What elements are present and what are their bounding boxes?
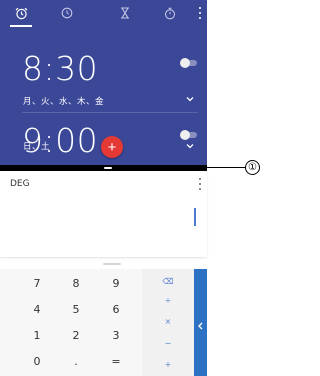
operator-pad: ⌫ ÷ × − + [142, 269, 194, 376]
number-keypad: 7 8 9 4 5 6 1 2 3 0 . = [0, 269, 142, 376]
chevron-down-icon[interactable] [186, 96, 194, 102]
key-decimal[interactable]: . [56, 349, 96, 373]
tab-clock[interactable] [54, 0, 80, 26]
more-vert-icon[interactable] [197, 177, 203, 191]
key-7[interactable]: 7 [17, 271, 57, 295]
split-handle[interactable] [104, 167, 112, 169]
key-3[interactable]: 3 [96, 323, 136, 347]
alarm-clock-icon [15, 7, 28, 20]
stopwatch-icon [164, 7, 176, 20]
alarm-days: 月、火、水、木、金 [23, 97, 105, 107]
tab-timer[interactable] [112, 0, 138, 26]
alarm-time[interactable]: 8:30 [22, 52, 98, 85]
hourglass-icon [120, 7, 130, 19]
multiply-button[interactable]: × [142, 309, 194, 333]
callout-number: ① [245, 160, 260, 175]
alarm-toggle[interactable] [180, 130, 197, 140]
key-9[interactable]: 9 [96, 271, 136, 295]
alarm-divider [22, 112, 198, 113]
tab-alarm[interactable] [8, 0, 34, 26]
add-alarm-button[interactable]: + [101, 136, 123, 158]
chevron-down-icon[interactable] [186, 143, 194, 149]
clock-icon [61, 7, 73, 19]
chevron-left-icon [198, 322, 203, 330]
advanced-functions-panel-toggle[interactable] [194, 269, 207, 376]
key-2[interactable]: 2 [56, 323, 96, 347]
tab-stopwatch[interactable] [157, 0, 183, 26]
key-8[interactable]: 8 [56, 271, 96, 295]
callout-leader-line [207, 167, 245, 168]
clock-tab-bar [0, 0, 207, 27]
history-drag-handle[interactable] [103, 263, 121, 265]
key-0[interactable]: 0 [17, 349, 57, 373]
angle-mode-label[interactable]: DEG [10, 179, 30, 189]
more-vert-icon[interactable] [196, 6, 204, 20]
alarm-toggle[interactable] [180, 58, 197, 68]
plus-icon: + [107, 138, 117, 156]
calculator-app: DEG 7 8 9 4 5 6 1 2 3 0 . = ⌫ ÷ × − + [0, 171, 207, 376]
key-1[interactable]: 1 [17, 323, 57, 347]
calculator-display: DEG [0, 171, 207, 257]
key-4[interactable]: 4 [17, 297, 57, 321]
alarm-days: 日、土 [23, 142, 51, 152]
active-tab-indicator [10, 25, 32, 27]
key-5[interactable]: 5 [56, 297, 96, 321]
input-cursor [194, 208, 196, 226]
clock-app: 8:30 月、火、水、木、金 9:00 日、土 + [0, 0, 207, 165]
plus-button[interactable]: + [142, 352, 194, 376]
key-equals[interactable]: = [96, 349, 136, 373]
key-6[interactable]: 6 [96, 297, 136, 321]
